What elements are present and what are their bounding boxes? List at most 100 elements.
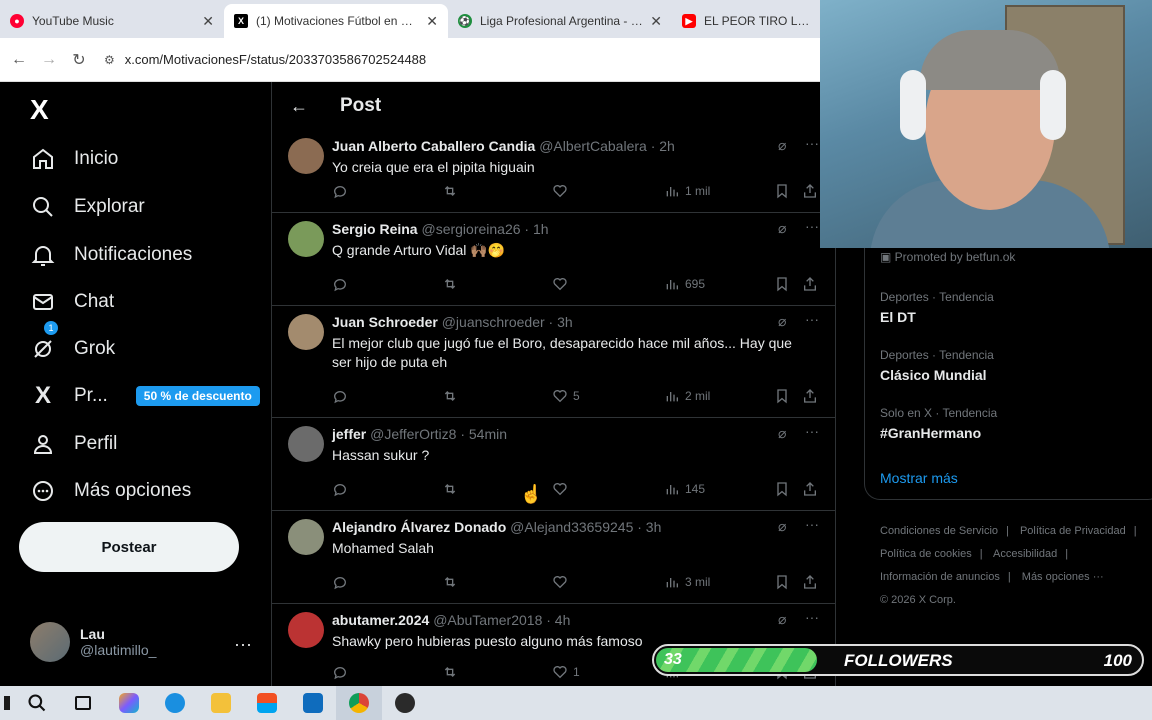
more-icon[interactable]: ··· xyxy=(805,311,819,327)
more-icon[interactable]: ··· xyxy=(234,634,252,655)
nav-mas-opciones[interactable]: Más opciones xyxy=(30,478,191,504)
bookmark-icon[interactable] xyxy=(774,276,795,292)
start-icon[interactable] xyxy=(0,686,14,720)
author-name[interactable]: Sergio Reina xyxy=(332,221,418,237)
reply-post[interactable]: jeffer @JefferOrtiz8 · 54min ⌀ ··· Hassan s… xyxy=(272,418,835,511)
retweet-icon[interactable] xyxy=(442,664,463,680)
x-logo-icon[interactable]: X xyxy=(30,94,49,126)
reload-icon[interactable]: ↻ xyxy=(68,50,90,70)
search-icon[interactable] xyxy=(14,686,60,720)
retweet-icon[interactable] xyxy=(442,388,463,404)
like-button[interactable] xyxy=(552,574,573,590)
like-button[interactable] xyxy=(552,183,573,199)
store-icon[interactable] xyxy=(244,686,290,720)
reply-icon[interactable] xyxy=(332,388,353,404)
copilot-icon[interactable] xyxy=(106,686,152,720)
share-icon[interactable] xyxy=(802,481,823,497)
trend-item[interactable]: Solo en X · Tendencia #GranHermano xyxy=(880,406,997,441)
avatar[interactable] xyxy=(288,612,324,648)
show-more-link[interactable]: Mostrar más xyxy=(880,470,958,486)
nav-perfil[interactable]: Perfil xyxy=(30,431,117,457)
close-tab-icon[interactable]: ✕ xyxy=(202,13,214,30)
reply-icon[interactable] xyxy=(332,481,353,497)
footer-link[interactable]: Política de Privacidad xyxy=(1020,525,1126,537)
like-button[interactable]: 5 xyxy=(552,388,580,404)
more-icon[interactable]: ··· xyxy=(805,423,819,439)
nav-grok[interactable]: Grok xyxy=(30,336,115,362)
url-field[interactable]: ⚙ x.com/MotivacionesF/status/20337035867… xyxy=(104,52,426,67)
views-button[interactable]: 3 mil xyxy=(664,574,710,590)
grok-icon[interactable]: ⌀ xyxy=(778,425,786,442)
footer-link[interactable]: Accesibilidad xyxy=(993,548,1057,560)
task-view-icon[interactable] xyxy=(60,686,106,720)
views-button[interactable]: 1 mil xyxy=(664,183,710,199)
retweet-icon[interactable] xyxy=(442,183,463,199)
avatar[interactable] xyxy=(288,138,324,174)
bookmark-icon[interactable] xyxy=(774,183,795,199)
author-name[interactable]: Alejandro Álvarez Donado xyxy=(332,519,506,535)
share-icon[interactable] xyxy=(802,388,823,404)
forward-arrow-icon[interactable]: → xyxy=(38,51,60,69)
back-arrow-icon[interactable]: ← xyxy=(8,51,30,69)
obs-icon[interactable] xyxy=(382,686,428,720)
views-button[interactable]: 2 mil xyxy=(664,388,710,404)
avatar[interactable] xyxy=(288,426,324,462)
close-tab-icon[interactable]: ✕ xyxy=(650,13,662,30)
avatar[interactable] xyxy=(288,314,324,350)
avatar[interactable] xyxy=(288,519,324,555)
footer-link[interactable]: Información de anuncios xyxy=(880,571,1000,583)
trend-item[interactable]: Deportes · Tendencia Clásico Mundial xyxy=(880,348,994,383)
footer-link[interactable]: Más opciones ··· xyxy=(1022,571,1104,583)
nav-notificaciones[interactable]: Notificaciones xyxy=(30,242,192,268)
share-icon[interactable] xyxy=(802,574,823,590)
grok-icon[interactable]: ⌀ xyxy=(778,137,786,154)
retweet-icon[interactable] xyxy=(442,276,463,292)
avatar[interactable] xyxy=(288,221,324,257)
site-info-icon[interactable]: ⚙ xyxy=(104,53,115,67)
views-button[interactable]: 145 xyxy=(664,481,705,497)
reply-icon[interactable] xyxy=(332,276,353,292)
grok-icon[interactable]: ⌀ xyxy=(778,518,786,535)
like-button[interactable] xyxy=(552,481,573,497)
premium-discount-badge[interactable]: 50 % de descuento xyxy=(135,386,260,406)
reply-icon[interactable] xyxy=(332,183,353,199)
file-explorer-icon[interactable] xyxy=(198,686,244,720)
chrome-icon[interactable] xyxy=(336,686,382,720)
retweet-icon[interactable] xyxy=(442,574,463,590)
like-button[interactable]: 1 xyxy=(552,664,580,680)
share-icon[interactable] xyxy=(802,276,823,292)
more-icon[interactable]: ··· xyxy=(805,218,819,234)
account-switcher[interactable]: Lau @lautimillo_ xyxy=(30,622,156,662)
nav-inicio[interactable]: Inicio xyxy=(30,146,118,172)
close-tab-icon[interactable]: ✕ xyxy=(426,13,438,30)
back-arrow-icon[interactable]: ← xyxy=(290,96,308,117)
reply-post[interactable]: Juan Alberto Caballero Candia @AlbertCab… xyxy=(272,130,835,213)
reply-post[interactable]: Alejandro Álvarez Donado @Alejand3365924… xyxy=(272,511,835,604)
author-name[interactable]: abutamer.2024 xyxy=(332,612,429,628)
grok-icon[interactable]: ⌀ xyxy=(778,220,786,237)
footer-link[interactable]: Condiciones de Servicio xyxy=(880,525,998,537)
author-name[interactable]: Juan Schroeder xyxy=(332,314,438,330)
edge-icon[interactable] xyxy=(152,686,198,720)
grok-icon[interactable]: ⌀ xyxy=(778,611,786,628)
more-icon[interactable]: ··· xyxy=(805,135,819,151)
like-button[interactable] xyxy=(552,276,573,292)
author-name[interactable]: jeffer xyxy=(332,426,366,442)
footer-link[interactable]: Política de cookies xyxy=(880,548,972,560)
more-icon[interactable]: ··· xyxy=(805,516,819,532)
bookmark-icon[interactable] xyxy=(774,481,795,497)
nav-premium[interactable]: X Pr... 50 % de descuento xyxy=(30,382,260,409)
bookmark-icon[interactable] xyxy=(774,574,795,590)
outlook-icon[interactable] xyxy=(290,686,336,720)
nav-chat[interactable]: Chat xyxy=(30,289,114,315)
post-button[interactable]: Postear xyxy=(19,522,239,572)
retweet-icon[interactable] xyxy=(442,481,463,497)
trend-item[interactable]: Deportes · Tendencia El DT xyxy=(880,290,994,325)
more-icon[interactable]: ··· xyxy=(805,609,819,625)
reply-post[interactable]: Juan Schroeder @juanschroeder · 3h ⌀ ··· El… xyxy=(272,306,835,418)
grok-icon[interactable]: ⌀ xyxy=(778,313,786,330)
tab-liga-profesional[interactable]: ⚽ Liga Profesional Argentina - PO ✕ xyxy=(448,4,672,38)
tab-youtube-music[interactable]: ● YouTube Music ✕ xyxy=(0,4,224,38)
nav-explorar[interactable]: Explorar xyxy=(30,194,145,220)
tab-youtube-video[interactable]: ▶ EL PEOR TIRO LIBRE DE xyxy=(672,4,820,38)
